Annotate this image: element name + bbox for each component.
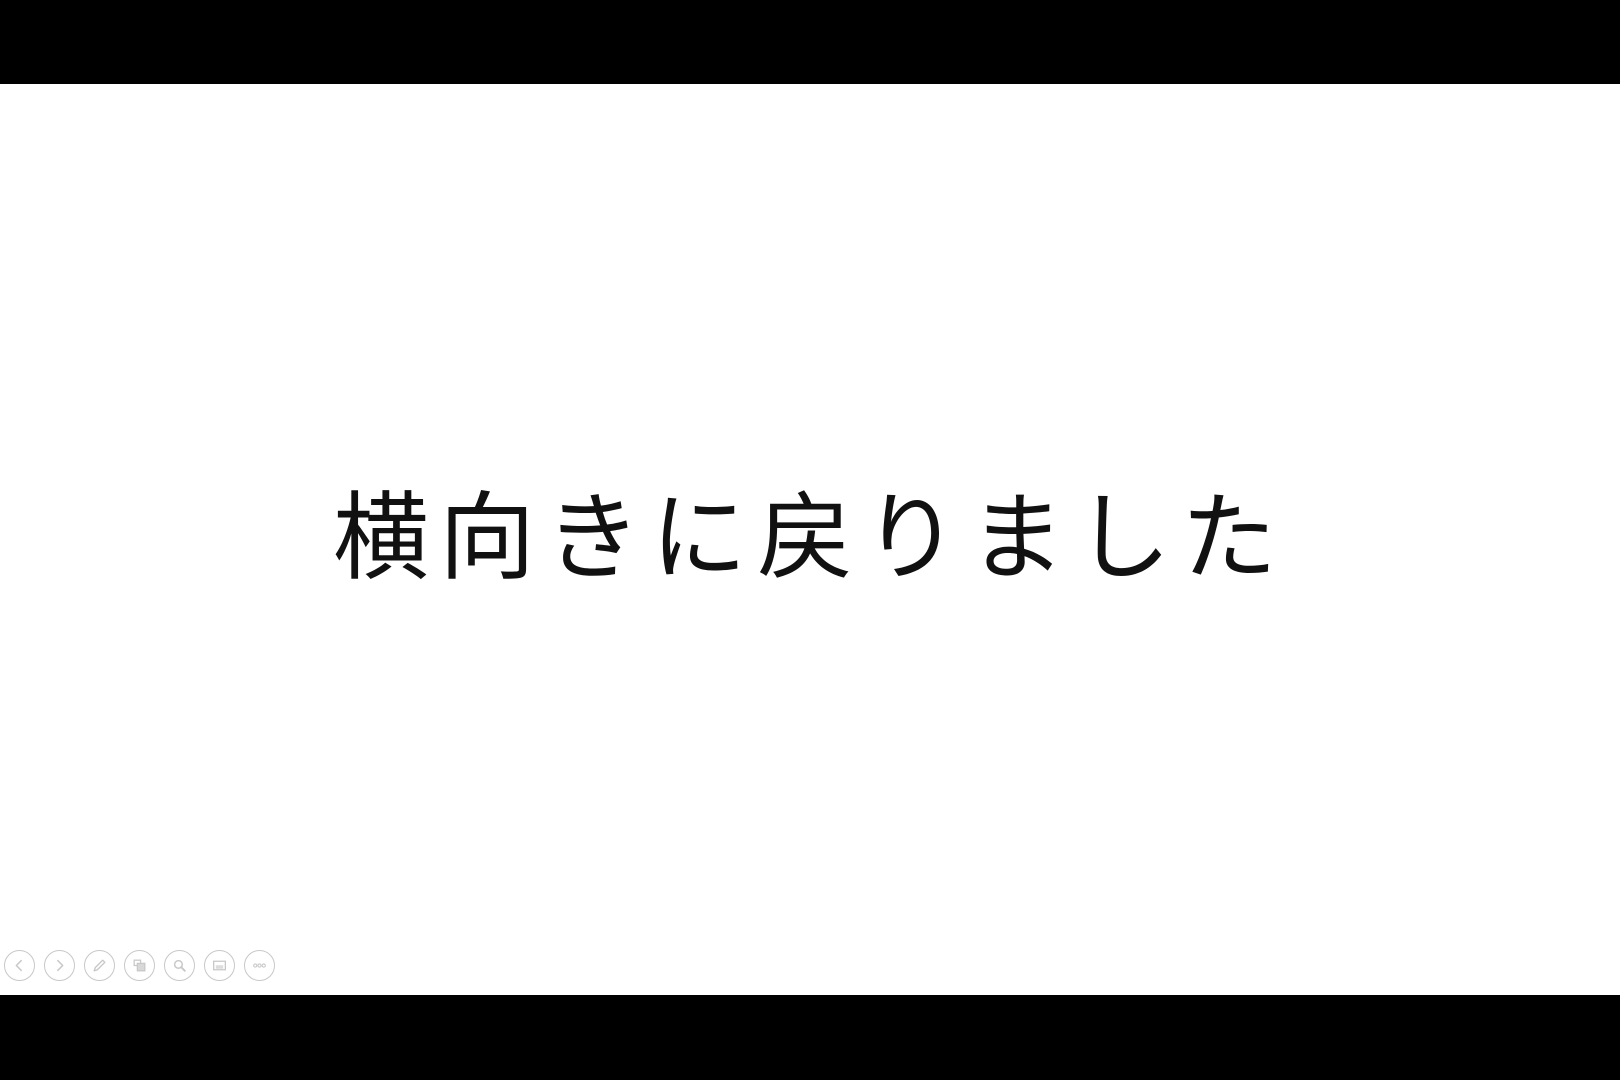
next-slide-button[interactable] — [44, 949, 75, 981]
previous-slide-icon — [15, 959, 23, 971]
zoom-button[interactable] — [164, 949, 195, 981]
slide[interactable]: 横向きに戻りました — [0, 84, 1620, 995]
more-options-icon — [253, 962, 266, 968]
more-options-button[interactable] — [244, 949, 275, 981]
slides-grid-button[interactable] — [124, 949, 155, 981]
pen-button[interactable] — [84, 949, 115, 981]
presentation-screen: 横向きに戻りました — [0, 0, 1620, 1080]
previous-slide-button[interactable] — [4, 949, 35, 981]
pen-icon — [93, 958, 106, 972]
slideshow-toolbar — [4, 949, 275, 981]
slides-grid-icon — [133, 959, 146, 971]
slide-text: 横向きに戻りました — [333, 481, 1287, 594]
subtitles-icon — [213, 960, 226, 970]
subtitles-button[interactable] — [204, 949, 235, 981]
next-slide-icon — [56, 959, 64, 971]
zoom-icon — [173, 959, 186, 972]
